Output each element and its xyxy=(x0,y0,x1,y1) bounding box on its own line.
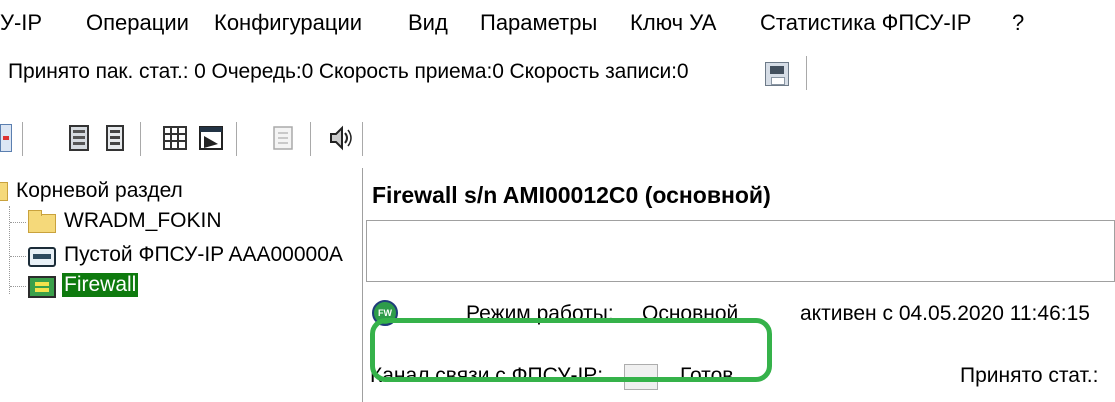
separator xyxy=(310,122,311,156)
tree-connector xyxy=(9,206,10,294)
active-since-text: активен с 04.05.2020 11:46:15 xyxy=(800,302,1090,325)
separator xyxy=(140,122,141,156)
tree-root-label: Корневой раздел xyxy=(16,179,183,202)
folder-icon xyxy=(0,182,8,201)
menu-bar: У-IP Операции Конфигурации Вид Параметры… xyxy=(0,0,1115,48)
firewall-icon xyxy=(28,276,56,298)
disabled-doc-icon xyxy=(270,124,296,152)
highlight-annotation xyxy=(370,318,772,382)
panel-title: Firewall s/n AMI00012C0 (основной) xyxy=(372,182,771,208)
tree-panel: Корневой раздел WRADM_FOKIN Пустой ФПСУ-… xyxy=(0,168,363,402)
device-icon xyxy=(28,247,56,267)
received-stats-label: Принято стат.: xyxy=(960,364,1099,387)
tree-collapse-icon[interactable] xyxy=(0,124,12,152)
window-icon[interactable] xyxy=(198,124,224,152)
menu-item-app[interactable]: У-IP xyxy=(0,10,42,36)
toolbar xyxy=(0,108,1115,166)
status-line: Принято пак. стат.: 0 Очередь:0 Скорость… xyxy=(0,52,1115,94)
menu-item-key[interactable]: Ключ УА xyxy=(630,10,716,36)
menu-item-operations[interactable]: Операции xyxy=(86,10,189,36)
server-list-icon[interactable] xyxy=(102,124,128,152)
status-text: Принято пак. стат.: 0 Очередь:0 Скорость… xyxy=(8,60,689,83)
folder-icon xyxy=(28,210,56,233)
separator xyxy=(806,56,807,90)
tree-item-label: Firewall xyxy=(62,273,139,297)
menu-item-parameters[interactable]: Параметры xyxy=(480,10,597,36)
server-config-icon[interactable] xyxy=(66,124,92,152)
menu-item-view[interactable]: Вид xyxy=(408,10,448,36)
tree-item-label: WRADM_FOKIN xyxy=(64,209,222,232)
save-stats-icon[interactable] xyxy=(765,62,789,86)
separator xyxy=(22,122,23,156)
separator xyxy=(236,122,237,156)
speaker-icon[interactable] xyxy=(328,124,354,152)
tree-connector xyxy=(10,222,26,223)
grid-icon[interactable] xyxy=(162,124,188,152)
menu-item-help[interactable]: ? xyxy=(1012,10,1024,36)
menu-item-statistics[interactable]: Статистика ФПСУ-IP xyxy=(760,10,971,36)
separator xyxy=(362,122,363,156)
blank-area xyxy=(366,220,1115,282)
menu-item-configurations[interactable]: Конфигурации xyxy=(214,10,362,36)
tree-item-label: Пустой ФПСУ-IP AAA00000A xyxy=(64,243,343,266)
tree-connector xyxy=(10,286,26,287)
tree-connector xyxy=(10,256,26,257)
